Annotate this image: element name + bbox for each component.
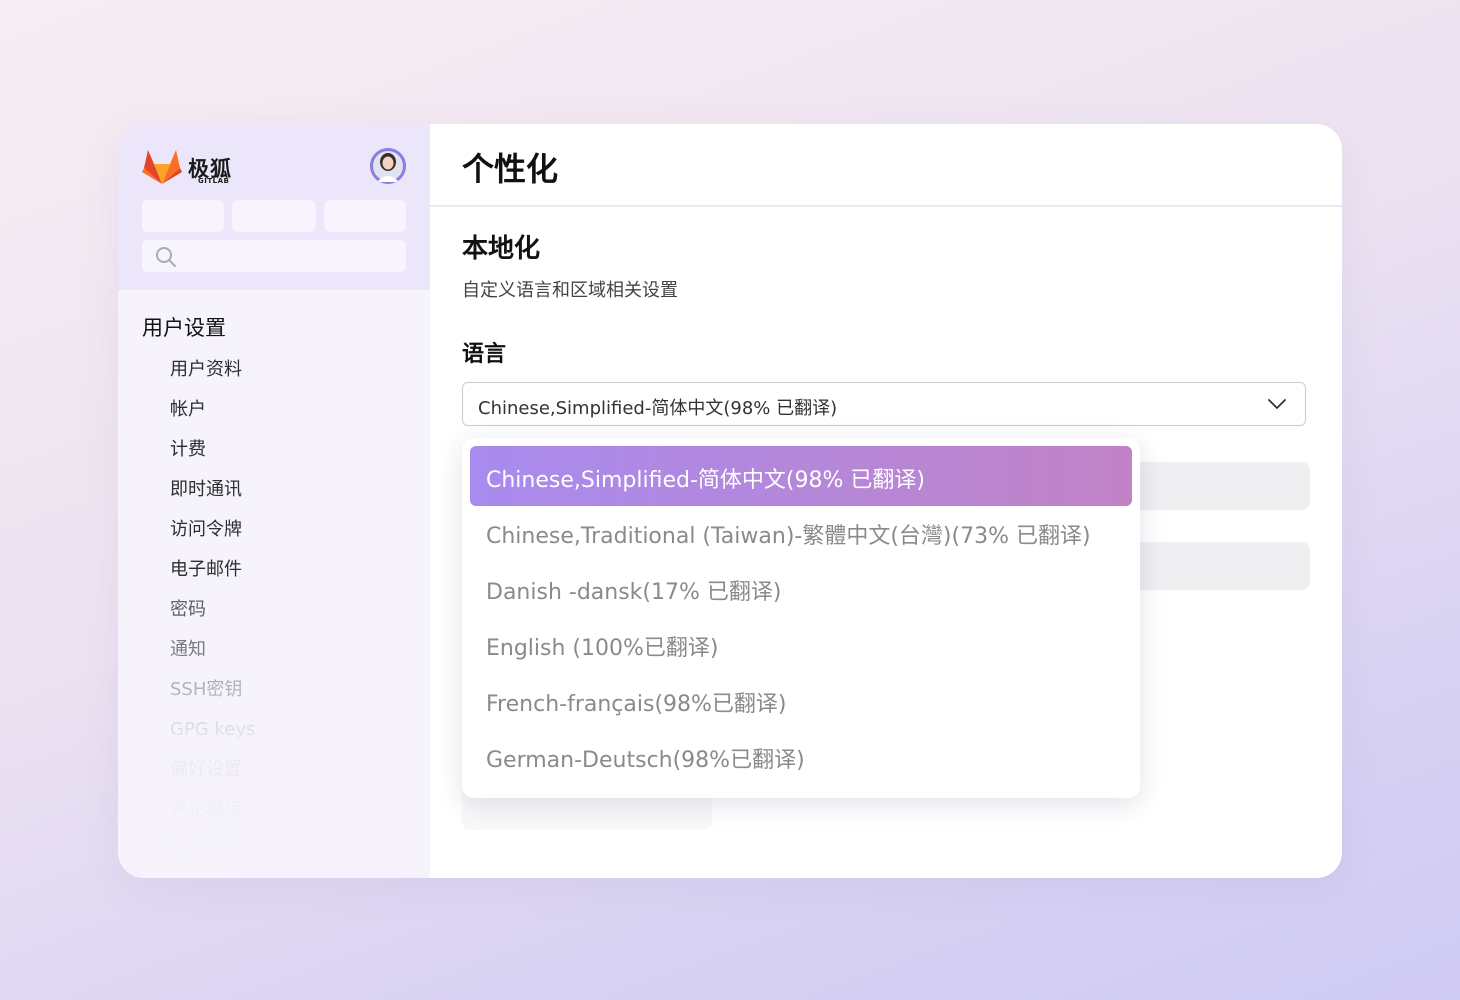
language-option-label: French-français(98%已翻译) (486, 692, 787, 717)
sidebar: 极狐 GITLAB 用户设置 用户资料 帐户 计费 即时通讯 访问令牌 电子邮件… (118, 124, 430, 878)
app-subname: GITLAB (198, 177, 230, 185)
quick-link-2[interactable] (232, 200, 316, 232)
page-title: 个性化 (462, 150, 559, 188)
section-title: 本地化 (462, 234, 541, 264)
sidebar-item-chat[interactable]: 即时通讯 (170, 472, 255, 512)
header-divider (430, 205, 1342, 207)
sidebar-item-password[interactable]: 密码 (170, 592, 255, 632)
language-option-label: German-Deutsch(98%已翻译) (486, 748, 805, 773)
language-option-label: Chinese,Simplified-简体中文(98% 已翻译) (486, 468, 925, 493)
sidebar-item-emails[interactable]: 电子邮件 (170, 552, 255, 592)
search-icon (156, 247, 176, 267)
app-logo[interactable]: 极狐 GITLAB (142, 146, 252, 188)
language-option-zh-cn[interactable]: Chinese,Simplified-简体中文(98% 已翻译) (470, 446, 1132, 506)
fox-logo-icon (142, 150, 182, 184)
quick-link-3[interactable] (324, 200, 406, 232)
sidebar-item-active-sessions[interactable]: 活动会话 (170, 832, 255, 872)
language-select-value: Chinese,Simplified-简体中文(98% 已翻译) (478, 398, 838, 419)
nav-section-title: 用户设置 (142, 316, 226, 340)
main-content: 个性化 本地化 自定义语言和区域相关设置 语言 Chinese,Simplifi… (430, 124, 1342, 878)
language-option-label: Chinese,Traditional (Taiwan)-繁體中文(台灣)(73… (486, 524, 1091, 549)
sidebar-item-billing[interactable]: 计费 (170, 432, 255, 472)
section-description: 自定义语言和区域相关设置 (462, 280, 678, 301)
sidebar-item-ssh-keys[interactable]: SSH密钥 (170, 672, 255, 712)
language-option-da[interactable]: Danish -dansk(17% 已翻译) (470, 558, 1132, 618)
language-option-fr[interactable]: French-français(98%已翻译) (470, 670, 1132, 730)
nav-list: 用户资料 帐户 计费 即时通讯 访问令牌 电子邮件 密码 通知 SSH密钥 GP… (170, 352, 255, 872)
chevron-down-icon[interactable] (1267, 397, 1287, 411)
language-option-label: English (100%已翻译) (486, 636, 719, 661)
language-option-zh-tw[interactable]: Chinese,Traditional (Taiwan)-繁體中文(台灣)(73… (470, 502, 1132, 562)
sidebar-item-comment-templates[interactable]: 评论模板 (170, 792, 255, 832)
sidebar-fade-overlay (118, 644, 430, 878)
language-option-label: Danish -dansk(17% 已翻译) (486, 580, 782, 605)
sidebar-item-gpg-keys[interactable]: GPG keys (170, 712, 255, 752)
avatar[interactable] (370, 148, 406, 184)
sidebar-item-access-tokens[interactable]: 访问令牌 (170, 512, 255, 552)
sidebar-item-profile[interactable]: 用户资料 (170, 352, 255, 392)
sidebar-item-account[interactable]: 帐户 (170, 392, 255, 432)
language-dropdown-menu: Chinese,Simplified-简体中文(98% 已翻译) Chinese… (462, 438, 1140, 798)
sidebar-item-preferences[interactable]: 偏好设置 (170, 752, 255, 792)
avatar-image (370, 148, 406, 184)
search-input[interactable] (142, 240, 406, 272)
sidebar-item-notifications[interactable]: 通知 (170, 632, 255, 672)
language-option-en[interactable]: English (100%已翻译) (470, 614, 1132, 674)
quick-link-1[interactable] (142, 200, 224, 232)
language-option-de[interactable]: German-Deutsch(98%已翻译) (470, 726, 1132, 786)
language-select[interactable]: Chinese,Simplified-简体中文(98% 已翻译) (462, 382, 1306, 426)
language-label: 语言 (462, 342, 507, 367)
settings-window: 极狐 GITLAB 用户设置 用户资料 帐户 计费 即时通讯 访问令牌 电子邮件… (118, 124, 1342, 878)
sidebar-header: 极狐 GITLAB (118, 124, 430, 290)
